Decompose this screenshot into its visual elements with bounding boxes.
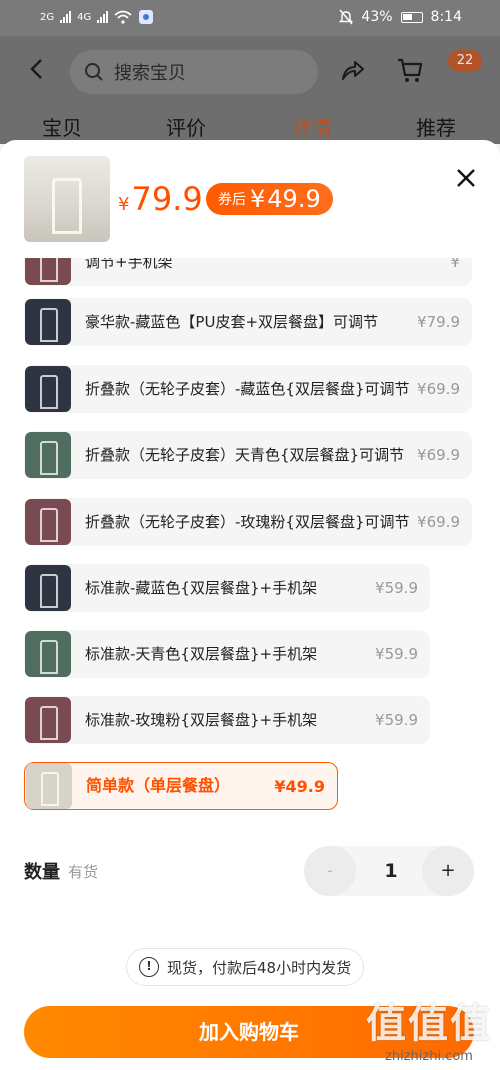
watermark: 值值值 zhizhizhi.com xyxy=(366,991,492,1064)
increase-button[interactable]: + xyxy=(422,846,474,896)
cart-count-badge: 22 xyxy=(448,50,482,72)
sku-selection-sheet: ¥79.9 券后 ¥ 49.9 调节+手机架 ¥ 豪华款-藏蓝色【PU皮套+双层… xyxy=(0,140,500,1070)
share-icon[interactable] xyxy=(340,58,366,82)
battery-percent: 43% xyxy=(361,9,393,25)
sku-option-name: 简单款（单层餐盘） xyxy=(86,776,231,795)
back-arrow-icon[interactable] xyxy=(28,58,46,80)
sku-option-price: ¥79.9 xyxy=(417,313,460,331)
sku-option-price: ¥59.9 xyxy=(375,711,418,729)
sku-option-image xyxy=(25,366,71,412)
signal-icon-2 xyxy=(97,11,109,23)
sku-option-name: 标准款-玫瑰粉{双层餐盘}+手机架 xyxy=(85,711,318,729)
watermark-logo: 值值值 xyxy=(366,1001,492,1047)
tab-item[interactable]: 宝贝 xyxy=(42,112,82,141)
sku-option-image xyxy=(25,499,71,545)
sku-option-price: ¥ xyxy=(450,258,460,271)
selected-sku-image[interactable] xyxy=(24,156,110,242)
info-icon: ! xyxy=(139,957,159,977)
sku-option[interactable]: 折叠款（无轮子皮套）-玫瑰粉{双层餐盘}可调节 ¥69.9 xyxy=(24,498,472,546)
cart-icon[interactable] xyxy=(396,56,424,84)
sku-option-price: ¥69.9 xyxy=(417,446,460,464)
battery-icon xyxy=(400,11,423,23)
app-notification-icon xyxy=(139,10,154,24)
sku-option-image xyxy=(25,565,71,611)
sku-price: ¥79.9 xyxy=(118,180,203,218)
sku-option-name: 折叠款（无轮子皮套）天青色{双层餐盘}可调节 xyxy=(85,446,405,464)
sku-option-image xyxy=(25,432,71,478)
stock-status: 有货 xyxy=(68,863,99,881)
sku-option-list: 调节+手机架 ¥ 豪华款-藏蓝色【PU皮套+双层餐盘】可调节 ¥79.9 折叠款… xyxy=(0,258,500,828)
coupon-price-badge: 券后 ¥ 49.9 xyxy=(206,183,333,215)
tab-details[interactable]: 详情 xyxy=(292,112,332,141)
sku-option-price: ¥69.9 xyxy=(417,380,460,398)
product-tabs: 宝贝 评价 详情 推荐 xyxy=(0,106,500,144)
shipping-notice-text: 现货，付款后48小时内发货 xyxy=(167,958,352,977)
sku-option-price: ¥59.9 xyxy=(375,645,418,663)
search-bar[interactable]: 搜索宝贝 xyxy=(70,50,318,94)
sku-option-name: 标准款-天青色{双层餐盘}+手机架 xyxy=(85,645,318,663)
sku-option[interactable]: 调节+手机架 ¥ xyxy=(24,258,472,286)
quantity-label: 数量 xyxy=(24,862,60,883)
sku-option-price: ¥49.9 xyxy=(274,776,325,796)
quantity-value[interactable]: 1 xyxy=(366,846,416,896)
search-icon xyxy=(85,63,103,81)
sku-option-name: 标准款-藏蓝色{双层餐盘}+手机架 xyxy=(85,579,318,597)
sku-option-image xyxy=(25,697,71,743)
wifi-icon xyxy=(114,10,132,24)
sku-option-selected[interactable]: 简单款（单层餐盘） ¥49.9 xyxy=(24,762,338,810)
shipping-notice: ! 现货，付款后48小时内发货 xyxy=(126,948,365,986)
product-header: 搜索宝贝 22 xyxy=(0,36,500,106)
sku-option-name: 豪华款-藏蓝色【PU皮套+双层餐盘】可调节 xyxy=(85,313,379,331)
status-bar: 2G 4G 43% 8:14 xyxy=(0,0,500,36)
close-icon[interactable] xyxy=(454,166,478,190)
sku-option-image xyxy=(25,299,71,345)
sku-option-image xyxy=(25,258,71,285)
mute-bell-icon xyxy=(339,9,354,25)
coupon-price: 49.9 xyxy=(267,185,321,213)
sku-option[interactable]: 折叠款（无轮子皮套）天青色{双层餐盘}可调节 ¥69.9 xyxy=(24,431,472,479)
watermark-url: zhizhizhi.com xyxy=(385,1049,473,1064)
sku-option-price: ¥69.9 xyxy=(417,513,460,531)
sku-option[interactable]: 标准款-天青色{双层餐盘}+手机架 ¥59.9 xyxy=(24,630,430,678)
currency-symbol: ¥ xyxy=(118,194,130,215)
sku-option-name: 调节+手机架 xyxy=(85,258,173,271)
sku-option[interactable]: 折叠款（无轮子皮套）-藏蓝色{双层餐盘}可调节 ¥69.9 xyxy=(24,365,472,413)
clock: 8:14 xyxy=(430,9,462,25)
search-placeholder: 搜索宝贝 xyxy=(114,63,186,84)
sku-option-name: 折叠款（无轮子皮套）-藏蓝色{双层餐盘}可调节 xyxy=(85,380,410,398)
sku-option-image xyxy=(26,763,72,809)
network-2g: 2G xyxy=(40,11,55,23)
quantity-stepper: - 1 + xyxy=(304,846,474,896)
network-4g: 4G xyxy=(77,11,92,23)
tab-reviews[interactable]: 评价 xyxy=(166,112,206,141)
tab-recommend[interactable]: 推荐 xyxy=(416,112,456,141)
sku-option[interactable]: 豪华款-藏蓝色【PU皮套+双层餐盘】可调节 ¥79.9 xyxy=(24,298,472,346)
coupon-currency: ¥ xyxy=(250,185,266,213)
coupon-label: 券后 xyxy=(218,192,246,208)
sku-option-name: 折叠款（无轮子皮套）-玫瑰粉{双层餐盘}可调节 xyxy=(85,513,410,531)
signal-icon xyxy=(60,11,72,23)
sku-option[interactable]: 标准款-藏蓝色{双层餐盘}+手机架 ¥59.9 xyxy=(24,564,430,612)
decrease-button[interactable]: - xyxy=(304,846,356,896)
price-value: 79.9 xyxy=(131,180,203,218)
sku-option[interactable]: 标准款-玫瑰粉{双层餐盘}+手机架 ¥59.9 xyxy=(24,696,430,744)
sku-option-image xyxy=(25,631,71,677)
sku-option-price: ¥59.9 xyxy=(375,579,418,597)
